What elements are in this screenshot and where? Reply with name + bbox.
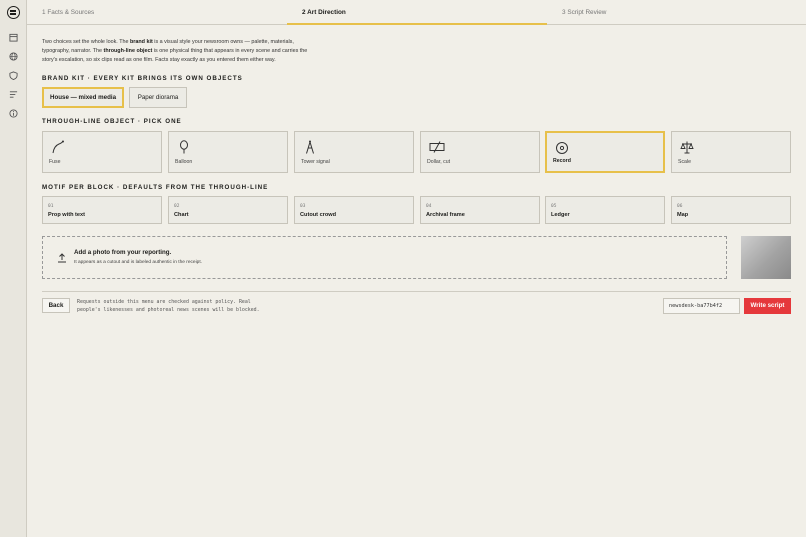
logo-icon[interactable] — [7, 6, 20, 19]
shield-icon[interactable] — [9, 71, 18, 80]
motif-number: 02 — [174, 204, 180, 209]
photo-thumbnail[interactable] — [741, 236, 791, 279]
calendar-icon[interactable] — [9, 33, 18, 42]
motif-name: Map — [677, 212, 689, 218]
motif-number: 04 — [426, 204, 432, 209]
upload-subtitle: It appears as a cutout and is labeled au… — [74, 260, 203, 265]
motif-name: Ledger — [551, 212, 570, 218]
fuse-icon — [52, 140, 64, 154]
step-tabs: 1 Facts & Sources 2 Art Direction 3 Scri… — [27, 0, 806, 25]
motif-name: Prop with text — [48, 212, 85, 218]
dollar-cut-icon — [429, 141, 445, 153]
list-icon[interactable] — [9, 90, 18, 99]
motif-name: Cutout crowd — [300, 212, 337, 218]
through-line-term: through-line object — [103, 48, 153, 54]
motif-block-03[interactable]: 03 Cutout crowd — [294, 196, 414, 224]
motif-number: 01 — [48, 204, 54, 209]
kit-option-paper-diorama[interactable]: Paper diorama — [129, 87, 187, 108]
session-id-field[interactable]: newsdesk-ba77b4f2 — [663, 298, 740, 314]
tower-icon — [306, 140, 314, 154]
intro-text: Two choices set the whole look. The bran… — [42, 39, 308, 63]
brand-kit-term: brand kit — [130, 39, 153, 45]
motif-name: Chart — [174, 212, 189, 218]
scale-icon — [680, 141, 694, 154]
policy-notice: Requests outside this menu are checked a… — [77, 299, 260, 313]
tab-script-review[interactable]: 3 Script Review — [562, 0, 606, 25]
photo-upload-dropzone[interactable]: Add a photo from your reporting. It appe… — [42, 236, 727, 279]
tab-facts-sources[interactable]: 1 Facts & Sources — [42, 0, 94, 25]
object-card-record[interactable]: Record — [545, 131, 665, 173]
motif-block-05[interactable]: 05 Ledger — [545, 196, 665, 224]
balloon-icon — [180, 140, 188, 154]
active-tab-indicator — [287, 23, 547, 25]
motif-heading: MOTIF PER BLOCK · DEFAULTS FROM THE THRO… — [42, 184, 269, 191]
write-script-button[interactable]: Write script — [744, 298, 791, 314]
object-label: Scale — [678, 159, 691, 165]
motif-number: 03 — [300, 204, 306, 209]
through-line-heading: THROUGH-LINE OBJECT · PICK ONE — [42, 118, 182, 125]
object-label: Tower signal — [301, 159, 330, 165]
motif-number: 05 — [551, 204, 557, 209]
object-card-dollar-cut[interactable]: Dollar, cut — [420, 131, 540, 173]
object-label: Balloon — [175, 159, 193, 165]
back-button[interactable]: Back — [42, 298, 70, 313]
motif-number: 06 — [677, 204, 683, 209]
upload-title: Add a photo from your reporting. — [74, 249, 172, 256]
kit-option-house-mixed-media[interactable]: House — mixed media — [42, 87, 124, 108]
footer-divider — [42, 291, 791, 292]
object-label: Record — [553, 158, 571, 164]
tab-art-direction[interactable]: 2 Art Direction — [302, 0, 346, 25]
info-icon[interactable] — [9, 109, 18, 118]
upload-icon — [58, 253, 66, 263]
globe-icon[interactable] — [9, 52, 18, 61]
motif-block-06[interactable]: 06 Map — [671, 196, 791, 224]
object-label: Dollar, cut — [427, 159, 451, 165]
brand-kit-heading: BRAND KIT · EVERY KIT BRINGS ITS OWN OBJ… — [42, 75, 243, 82]
object-label: Fuse — [49, 159, 61, 165]
motif-block-04[interactable]: 04 Archival frame — [420, 196, 540, 224]
motif-block-01[interactable]: 01 Prop with text — [42, 196, 162, 224]
object-card-balloon[interactable]: Balloon — [168, 131, 288, 173]
object-card-tower-signal[interactable]: Tower signal — [294, 131, 414, 173]
motif-block-02[interactable]: 02 Chart — [168, 196, 288, 224]
object-card-fuse[interactable]: Fuse — [42, 131, 162, 173]
record-icon — [556, 142, 568, 154]
left-rail — [0, 0, 27, 537]
motif-name: Archival frame — [426, 212, 465, 218]
object-card-scale[interactable]: Scale — [671, 131, 791, 173]
